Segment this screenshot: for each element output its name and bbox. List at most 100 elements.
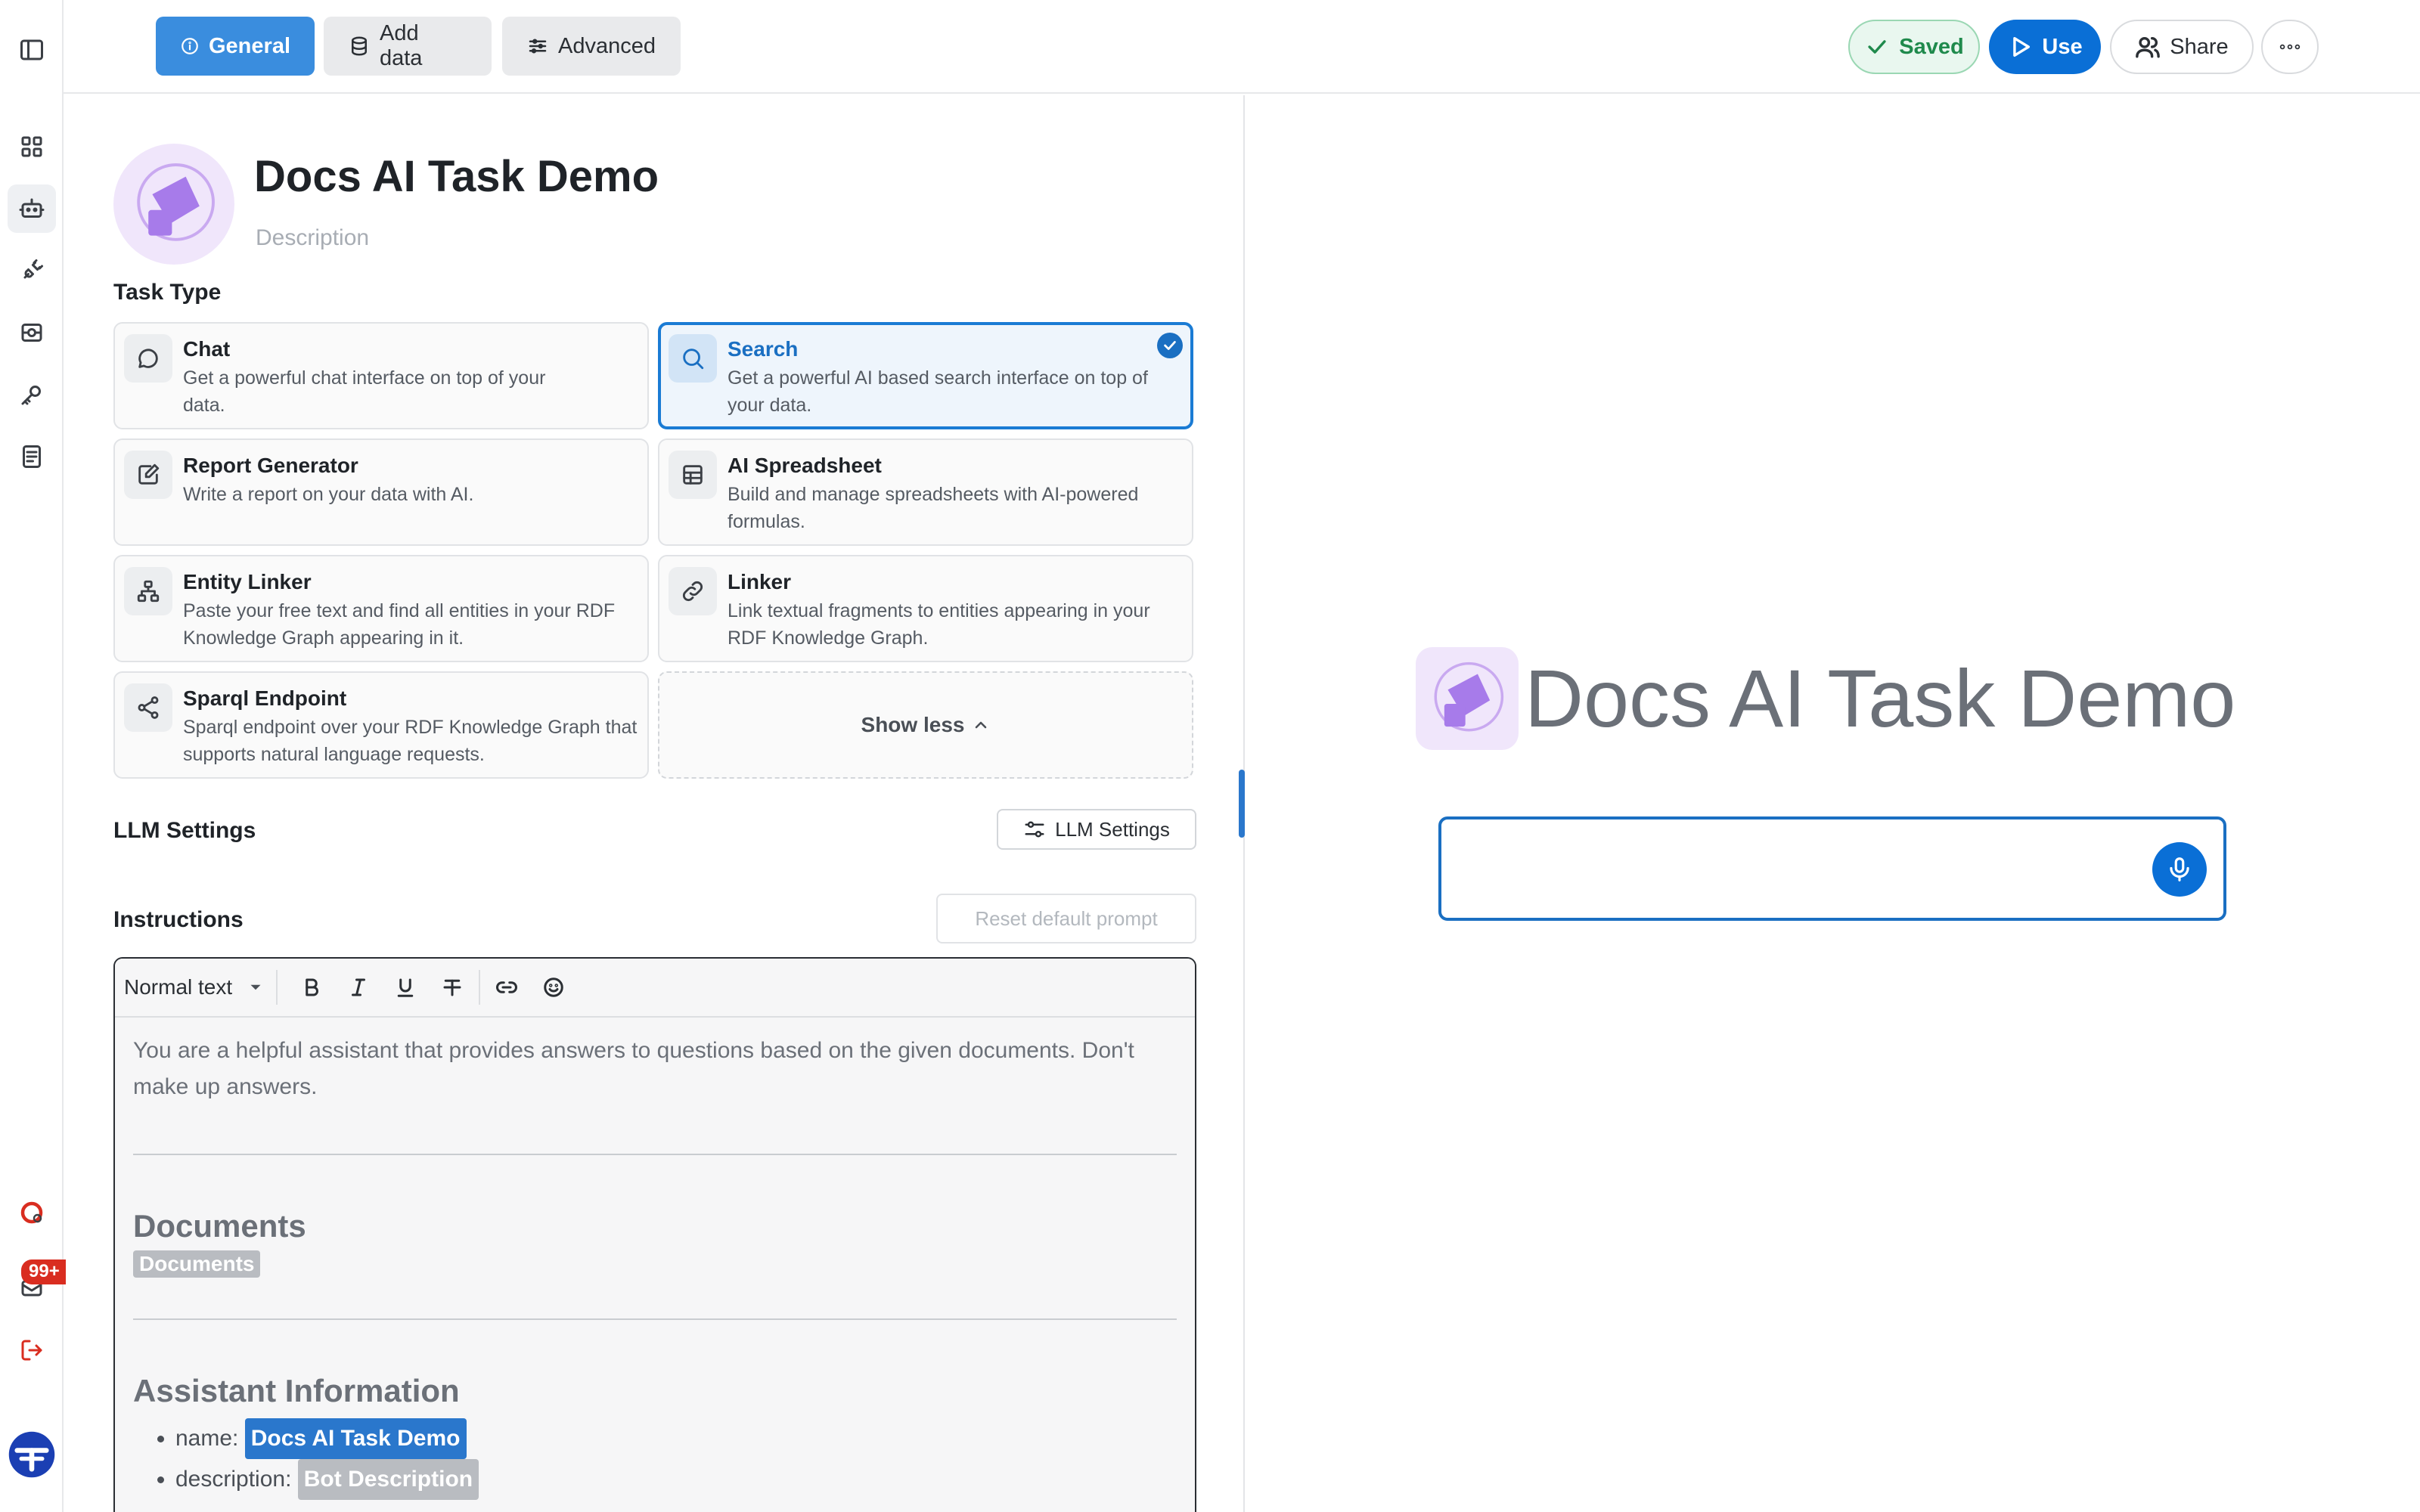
insert-link-button[interactable] (483, 970, 530, 1005)
share-nodes-icon (138, 696, 159, 719)
document-icon (23, 445, 41, 468)
user-avatar[interactable] (5, 1427, 59, 1482)
documents-variable-chip[interactable]: Documents (133, 1250, 261, 1278)
logout-icon (21, 1340, 42, 1361)
task-option-title: Search (728, 337, 799, 361)
rail-keys-button[interactable] (8, 370, 56, 419)
editor-divider (133, 1318, 1177, 1320)
italic-button[interactable] (335, 970, 382, 1005)
tab-general-label: General (209, 33, 290, 58)
rail-dashboard-button[interactable] (8, 122, 56, 171)
users-icon (2136, 36, 2161, 58)
task-option-title: Linker (728, 570, 792, 593)
share-label: Share (2170, 34, 2229, 59)
task-option-icon (124, 567, 172, 615)
more-horizontal-icon (2279, 44, 2301, 50)
bot-avatar-icon (1434, 662, 1504, 732)
editor-divider (133, 1154, 1177, 1155)
underline-button[interactable] (382, 970, 429, 1005)
bot-settings-panel: Docs AI Task Demo Description Task Type … (64, 95, 1245, 1512)
list-item: name: Docs AI Task Demo (175, 1418, 1177, 1459)
scan-box-icon (21, 324, 42, 342)
task-option-entity-linker[interactable]: Entity Linker Paste your free text and f… (113, 555, 649, 662)
selected-check-icon (1157, 333, 1183, 358)
task-option-description: Sparql endpoint over your RDF Knowledge … (183, 717, 638, 765)
task-option-title: AI Spreadsheet (728, 454, 882, 477)
rail-models-button[interactable] (8, 308, 56, 357)
llm-settings-button[interactable]: LLM Settings (997, 809, 1196, 850)
task-option-title: Entity Linker (183, 570, 312, 593)
sliders-icon (529, 39, 547, 54)
preview-search-input[interactable] (1438, 816, 2226, 921)
strikethrough-icon (443, 979, 461, 996)
task-option-linker[interactable]: Linker Link textual fragments to entitie… (658, 555, 1193, 662)
strikethrough-button[interactable] (429, 970, 476, 1005)
panel-resize-handle[interactable] (1239, 770, 1245, 838)
task-option-title: Sparql Endpoint (183, 686, 347, 710)
use-label: Use (2042, 34, 2083, 59)
task-option-search[interactable]: Search Get a powerful AI based search in… (658, 322, 1193, 429)
caret-down-icon (250, 984, 261, 990)
tab-general[interactable]: General (156, 17, 315, 76)
task-option-description: Get a powerful AI based search interface… (728, 367, 1148, 416)
instructions-editor[interactable]: Normal text You are a helpful assistant … (113, 957, 1196, 1512)
voice-input-button[interactable] (2152, 842, 2207, 897)
task-option-description: Build and manage spreadsheets with AI-po… (728, 484, 1139, 532)
notification-badge: 99+ (21, 1259, 66, 1284)
italic-icon (352, 978, 366, 996)
underline-icon (397, 978, 414, 997)
reset-default-prompt-label: Reset default prompt (975, 906, 1158, 930)
task-option-icon (669, 334, 717, 383)
assistant-info-list: name: Docs AI Task Demo description: Bot… (133, 1418, 1177, 1500)
saved-status-badge: Saved (1848, 20, 1980, 74)
task-option-report-generator[interactable]: Report Generator Write a report on your … (113, 438, 649, 546)
text-style-select[interactable]: Normal text (124, 970, 278, 1005)
more-options-button[interactable] (2261, 20, 2319, 74)
rail-bots-button[interactable] (8, 184, 56, 233)
sidebar-toggle-button[interactable] (8, 26, 56, 74)
assistant-info-heading: Assistant Information (133, 1373, 460, 1408)
logout-button[interactable] (8, 1326, 56, 1374)
chat-bubble-icon (138, 349, 158, 368)
microphone-icon (2170, 857, 2189, 881)
task-option-chat[interactable]: Chat Get a powerful chat interface on to… (113, 322, 649, 429)
rail-integrations-button[interactable] (8, 246, 56, 295)
tab-advanced[interactable]: Advanced (502, 17, 681, 76)
show-less-button[interactable]: Show less (658, 671, 1193, 779)
show-less-label: Show less (861, 713, 965, 736)
description-variable-chip[interactable]: Bot Description (297, 1459, 479, 1500)
name-key: name: (175, 1426, 239, 1451)
task-option-ai-spreadsheet[interactable]: AI Spreadsheet Build and manage spreadsh… (658, 438, 1193, 546)
settings-sliders-icon (1025, 821, 1044, 838)
task-option-icon (124, 451, 172, 499)
bold-button[interactable] (288, 970, 335, 1005)
reset-default-prompt-button[interactable]: Reset default prompt (936, 894, 1196, 943)
description-key: description: (175, 1467, 292, 1492)
smiley-icon (544, 978, 563, 997)
toolbar-separator (479, 970, 481, 1005)
documents-heading: Documents (133, 1208, 306, 1244)
link-icon (682, 581, 703, 602)
bold-icon (306, 978, 319, 996)
bot-name-heading[interactable]: Docs AI Task Demo (254, 151, 659, 202)
search-icon (683, 349, 704, 370)
text-style-value: Normal text (124, 975, 233, 999)
task-option-icon (124, 334, 172, 383)
tab-advanced-label: Advanced (558, 33, 656, 58)
name-variable-chip[interactable]: Docs AI Task Demo (244, 1418, 467, 1459)
task-option-description: Paste your free text and find all entiti… (183, 600, 616, 649)
emoji-button[interactable] (530, 970, 577, 1005)
task-option-description: Get a powerful chat interface on top of … (183, 367, 546, 416)
task-option-sparql-endpoint[interactable]: Sparql Endpoint Sparql endpoint over you… (113, 671, 649, 779)
bot-description-input[interactable]: Description (256, 225, 369, 251)
use-button[interactable]: Use (1989, 20, 2101, 74)
rail-team-button[interactable] (8, 1188, 56, 1237)
share-button[interactable]: Share (2110, 20, 2254, 74)
task-option-icon (669, 451, 717, 499)
rail-docs-button[interactable] (8, 432, 56, 481)
editor-content[interactable]: You are a helpful assistant that provide… (115, 1018, 1195, 1512)
instructions-label: Instructions (113, 907, 244, 932)
task-option-title: Chat (183, 337, 231, 361)
tab-add-data[interactable]: Add data (324, 17, 492, 76)
bot-avatar[interactable] (113, 144, 234, 265)
